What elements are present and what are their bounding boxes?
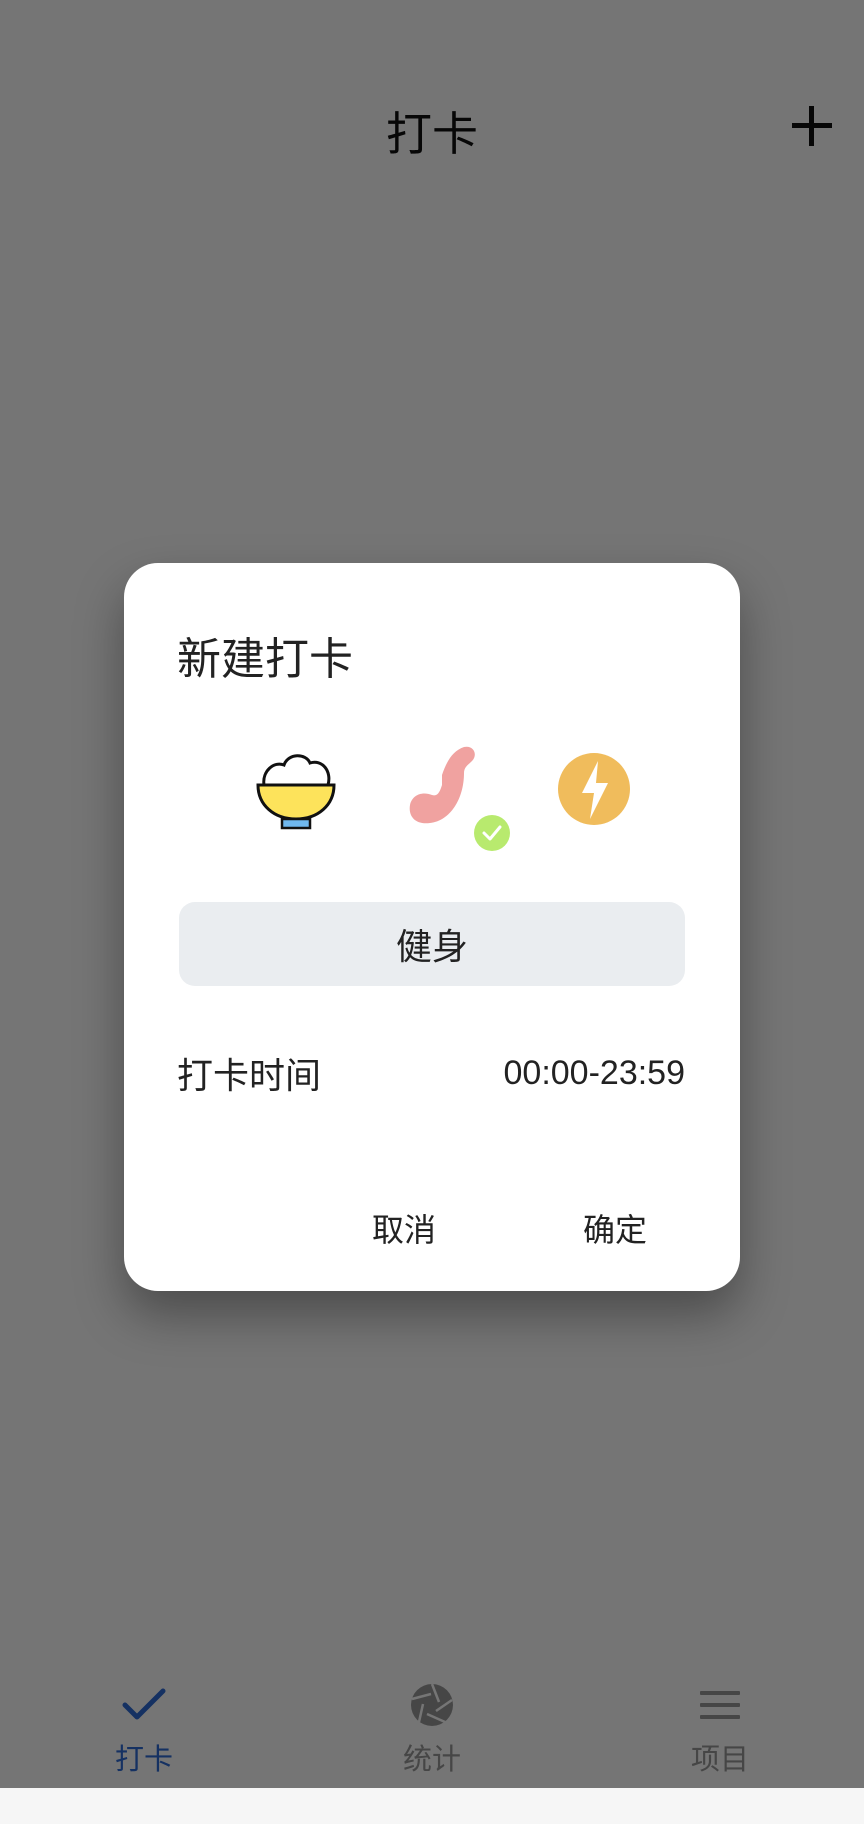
- checkmark-icon: [482, 825, 502, 841]
- icon-option-rice-bowl[interactable]: [246, 743, 346, 843]
- time-range-value[interactable]: 00:00-23:59: [504, 1054, 686, 1093]
- dialog-actions: 取消 确定: [124, 1193, 740, 1263]
- icon-picker: [124, 743, 740, 853]
- new-checkin-dialog: 新建打卡 健身 打卡时间 00:00-23:59 取消 确定: [124, 563, 740, 1291]
- screen: 打卡 打卡: [0, 0, 864, 1824]
- confirm-button[interactable]: 确定: [565, 1193, 665, 1263]
- dialog-title: 新建打卡: [177, 634, 353, 685]
- cancel-button[interactable]: 取消: [354, 1193, 454, 1263]
- time-label: 打卡时间: [177, 1056, 322, 1097]
- checkin-time-row[interactable]: 打卡时间 00:00-23:59: [177, 1043, 685, 1103]
- icon-option-lightning[interactable]: [552, 743, 652, 843]
- system-nav-bar: [0, 1788, 864, 1824]
- checkin-name-input[interactable]: 健身: [179, 902, 685, 986]
- selected-check-badge: [474, 815, 510, 851]
- icon-option-muscle[interactable]: [394, 739, 510, 851]
- lightning-icon: [558, 753, 630, 825]
- rice-bowl-icon: [256, 754, 336, 830]
